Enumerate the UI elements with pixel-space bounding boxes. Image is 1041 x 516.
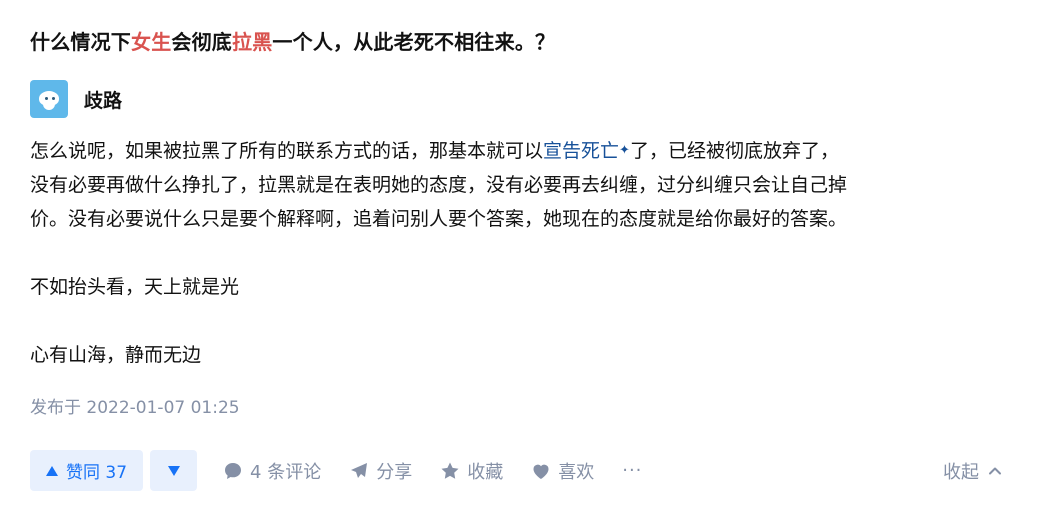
like-label: 喜欢 bbox=[558, 461, 595, 483]
author-name[interactable]: 歧路 bbox=[84, 86, 122, 113]
sparkle-icon: ✦ bbox=[619, 143, 630, 158]
title-highlight: 拉黑 bbox=[232, 30, 273, 54]
answer-content: 怎么说呢，如果被拉黑了所有的联系方式的话，那基本就可以宣告死亡✦了，已经被彻底放… bbox=[30, 134, 1015, 372]
comment-icon bbox=[225, 462, 242, 479]
title-text: 什么情况下 bbox=[30, 30, 131, 54]
like-button[interactable]: 喜欢 bbox=[531, 458, 594, 484]
title-highlight: 女生 bbox=[131, 30, 172, 54]
content-line: 没有必要再做什么挣扎了，拉黑就是在表明她的态度，没有必要再去纠缠，过分纠缠只会让… bbox=[30, 174, 848, 196]
downvote-button[interactable] bbox=[150, 450, 198, 491]
share-icon bbox=[351, 462, 368, 478]
heart-icon bbox=[533, 464, 549, 479]
comments-button[interactable]: 4 条评论 bbox=[223, 458, 321, 484]
content-line: 怎么说呢，如果被拉黑了所有的联系方式的话，那基本就可以宣告死亡✦了，已经被彻底放… bbox=[30, 140, 839, 162]
upvote-button[interactable]: 赞同 37 bbox=[30, 450, 144, 491]
favorite-label: 收藏 bbox=[467, 461, 504, 483]
chevron-up-icon bbox=[989, 467, 1001, 474]
favorite-button[interactable]: 收藏 bbox=[440, 458, 503, 484]
avatar[interactable] bbox=[30, 80, 68, 118]
keyword-link[interactable]: 宣告死亡 bbox=[543, 140, 619, 162]
more-button[interactable]: ··· bbox=[622, 460, 642, 481]
triangle-up-icon bbox=[46, 465, 58, 476]
title-text: 一个人，从此老死不相往来。？ bbox=[272, 30, 556, 54]
collapse-button[interactable]: 收起 bbox=[943, 450, 1003, 491]
action-bar: 赞同 37 4 条评论 分享 收藏 喜欢 ··· 收起 bbox=[30, 450, 1015, 491]
question-title[interactable]: 什么情况下女生会彻底拉黑一个人，从此老死不相往来。？ bbox=[30, 26, 555, 55]
author-info: 歧路 bbox=[30, 80, 122, 118]
publish-time[interactable]: 发布于 2022-01-07 01:25 bbox=[30, 393, 240, 418]
triangle-down-icon bbox=[167, 465, 180, 476]
content-line: 不如抬头看，天上就是光 bbox=[30, 276, 240, 298]
comments-label: 4 条评论 bbox=[250, 461, 322, 483]
content-line: 心有山海，静而无边 bbox=[30, 344, 202, 366]
upvote-label: 赞同 37 bbox=[66, 463, 128, 483]
star-icon bbox=[441, 462, 459, 479]
share-button[interactable]: 分享 bbox=[349, 458, 412, 484]
collapse-label: 收起 bbox=[943, 461, 979, 483]
content-line: 价。没有必要说什么只是要个解释啊，追着问别人要个答案，她现在的态度就是给你最好的… bbox=[30, 208, 848, 230]
share-label: 分享 bbox=[376, 461, 413, 483]
title-text: 会彻底 bbox=[171, 30, 233, 54]
